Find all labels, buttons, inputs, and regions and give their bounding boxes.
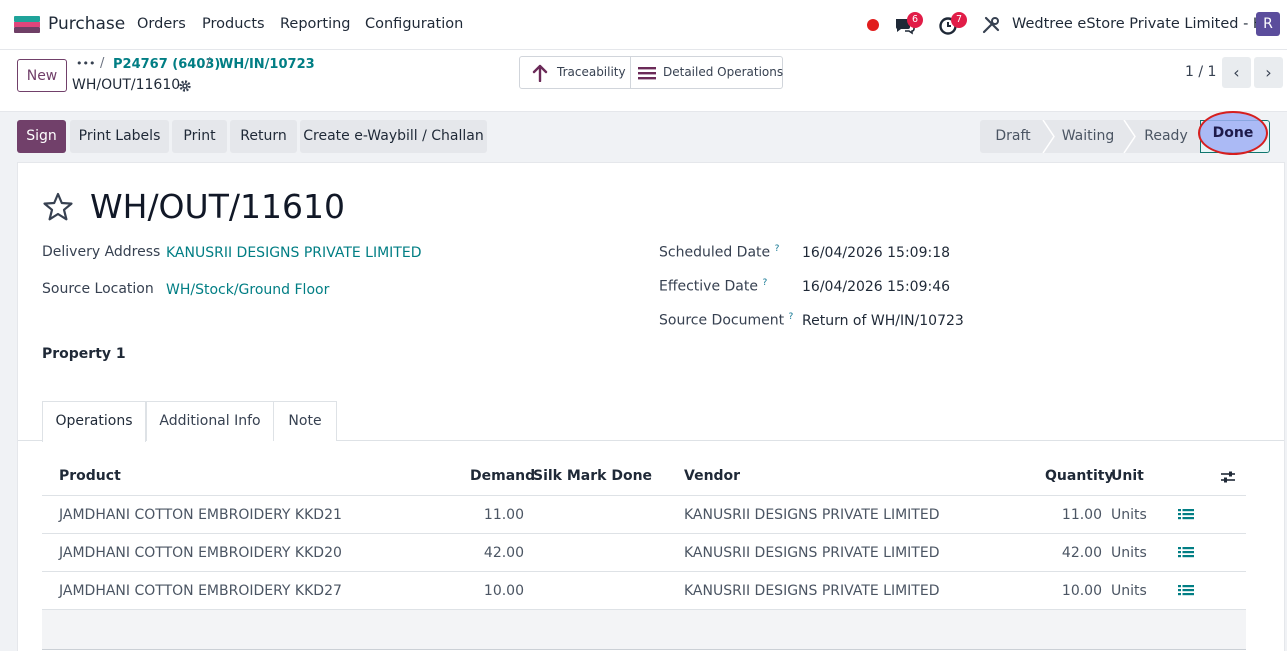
breadcrumb-purchase-order[interactable]: P24767 (6403): [113, 57, 220, 72]
col-product[interactable]: Product: [59, 468, 121, 484]
col-demand[interactable]: Demand: [470, 468, 535, 484]
record-name: WH/OUT/11610: [72, 77, 181, 93]
gear-icon[interactable]: [178, 79, 192, 93]
vendor-cell: KANUSRII DESIGNS PRIVATE LIMITED: [684, 545, 940, 561]
delivery-address-label: Delivery Address: [42, 244, 161, 260]
effective-date-label: Effective Date ?: [659, 278, 768, 295]
favorite-star-icon[interactable]: [42, 191, 74, 223]
menu-reporting[interactable]: Reporting: [280, 16, 351, 32]
product-cell: JAMDHANI COTTON EMBROIDERY KKD21: [59, 507, 342, 523]
unit-cell: Units: [1111, 507, 1147, 523]
help-tooltip-icon[interactable]: ?: [789, 312, 794, 322]
source-document-value: Return of WH/IN/10723: [802, 313, 964, 329]
record-title: WH/OUT/11610: [90, 187, 345, 226]
breadcrumb-separator: /: [206, 56, 211, 71]
messages-count-badge: 6: [907, 12, 923, 28]
quantity-cell: 42.00: [1061, 545, 1102, 561]
company-switcher[interactable]: Wedtree eStore Private Limited - HO: [1012, 16, 1275, 32]
product-cell: JAMDHANI COTTON EMBROIDERY KKD27: [59, 583, 342, 599]
pager-next-button[interactable]: ›: [1254, 57, 1283, 88]
col-unit[interactable]: Unit: [1111, 468, 1144, 484]
effective-date-value: 16/04/2026 15:09:46: [802, 279, 951, 295]
table-row[interactable]: JAMDHANI COTTON EMBROIDERY KKD27 10.00 K…: [42, 572, 1246, 610]
return-button[interactable]: Return: [230, 120, 297, 153]
detail-list-icon[interactable]: [1178, 546, 1194, 560]
form-sheet: WH/OUT/11610 Delivery Address KANUSRII D…: [17, 162, 1285, 651]
vendor-cell: KANUSRII DESIGNS PRIVATE LIMITED: [684, 507, 940, 523]
traceability-label: Traceability: [557, 65, 626, 79]
tab-additional-info[interactable]: Additional Info: [146, 401, 274, 441]
quantity-cell: 10.00: [1061, 583, 1102, 599]
pager-value[interactable]: 1 / 1: [1185, 64, 1216, 80]
col-vendor[interactable]: Vendor: [684, 468, 740, 484]
breadcrumb-receipt[interactable]: WH/IN/10723: [219, 57, 315, 72]
scheduled-date-value: 16/04/2026 15:09:18: [802, 245, 951, 261]
unit-cell: Units: [1111, 545, 1147, 561]
delivery-address-value[interactable]: KANUSRII DESIGNS PRIVATE LIMITED: [166, 245, 422, 261]
form-tabs: Operations Additional Info Note: [18, 401, 1284, 442]
breadcrumb-ellipsis[interactable]: •••: [76, 57, 95, 70]
demand-cell: 42.00: [483, 545, 524, 561]
print-button[interactable]: Print: [172, 120, 227, 153]
menu-orders[interactable]: Orders: [137, 16, 186, 32]
pager-previous-button[interactable]: ‹: [1222, 57, 1251, 88]
help-tooltip-icon[interactable]: ?: [775, 244, 780, 254]
create-ewaybill-button[interactable]: Create e-Waybill / Challan: [300, 120, 487, 153]
menu-configuration[interactable]: Configuration: [365, 16, 463, 32]
demand-cell: 11.00: [483, 507, 524, 523]
control-panel: New ••• / P24767 (6403) / WH/IN/10723 WH…: [0, 50, 1287, 112]
app-name[interactable]: Purchase: [48, 14, 125, 34]
purchase-app-icon[interactable]: [14, 16, 40, 33]
source-document-label: Source Document ?: [659, 312, 794, 329]
activities-count-badge: 7: [951, 12, 967, 28]
detail-list-icon[interactable]: [1178, 584, 1194, 598]
action-bar: Sign Print Labels Print Return Create e-…: [0, 112, 1287, 160]
detailed-operations-label: Detailed Operations: [663, 65, 784, 79]
tools-icon[interactable]: [980, 14, 1002, 36]
product-cell: JAMDHANI COTTON EMBROIDERY KKD20: [59, 545, 342, 561]
list-icon: [638, 67, 656, 80]
arrow-up-icon: [532, 64, 548, 82]
demand-cell: 10.00: [483, 583, 524, 599]
new-button[interactable]: New: [17, 59, 67, 92]
breadcrumb-separator: /: [100, 56, 105, 71]
quantity-cell: 11.00: [1061, 507, 1102, 523]
user-avatar[interactable]: R: [1256, 12, 1280, 36]
sign-button[interactable]: Sign: [17, 120, 66, 153]
source-location-label: Source Location: [42, 281, 154, 297]
menu-products[interactable]: Products: [202, 16, 265, 32]
stage-waiting[interactable]: Waiting: [1052, 120, 1124, 153]
table-header: Product Demand Silk Mark Done Vendor Qua…: [42, 458, 1246, 496]
table-footer: [42, 610, 1246, 650]
help-tooltip-icon[interactable]: ?: [762, 278, 767, 288]
vendor-cell: KANUSRII DESIGNS PRIVATE LIMITED: [684, 583, 940, 599]
col-silk-mark-done[interactable]: Silk Mark Done: [533, 468, 652, 484]
table-row[interactable]: JAMDHANI COTTON EMBROIDERY KKD21 11.00 K…: [42, 496, 1246, 534]
property-label: Property 1: [42, 346, 126, 362]
stage-draft[interactable]: Draft: [980, 120, 1046, 153]
top-navbar: Purchase Orders Products Reporting Confi…: [0, 0, 1287, 50]
detail-list-icon[interactable]: [1178, 508, 1194, 522]
stage-ready[interactable]: Ready: [1133, 120, 1199, 153]
optional-columns-toggle-icon[interactable]: [1220, 470, 1236, 484]
scheduled-date-label: Scheduled Date ?: [659, 244, 780, 261]
recording-indicator-icon[interactable]: [867, 19, 879, 31]
smart-buttons: Traceability Detailed Operations: [519, 56, 783, 89]
tab-note[interactable]: Note: [273, 401, 337, 441]
source-location-value[interactable]: WH/Stock/Ground Floor: [166, 282, 329, 298]
table-row[interactable]: JAMDHANI COTTON EMBROIDERY KKD20 42.00 K…: [42, 534, 1246, 572]
col-quantity[interactable]: Quantity: [1045, 468, 1114, 484]
print-labels-button[interactable]: Print Labels: [70, 120, 169, 153]
unit-cell: Units: [1111, 583, 1147, 599]
stage-done-label[interactable]: Done: [1198, 111, 1268, 155]
tab-operations[interactable]: Operations: [42, 401, 146, 442]
